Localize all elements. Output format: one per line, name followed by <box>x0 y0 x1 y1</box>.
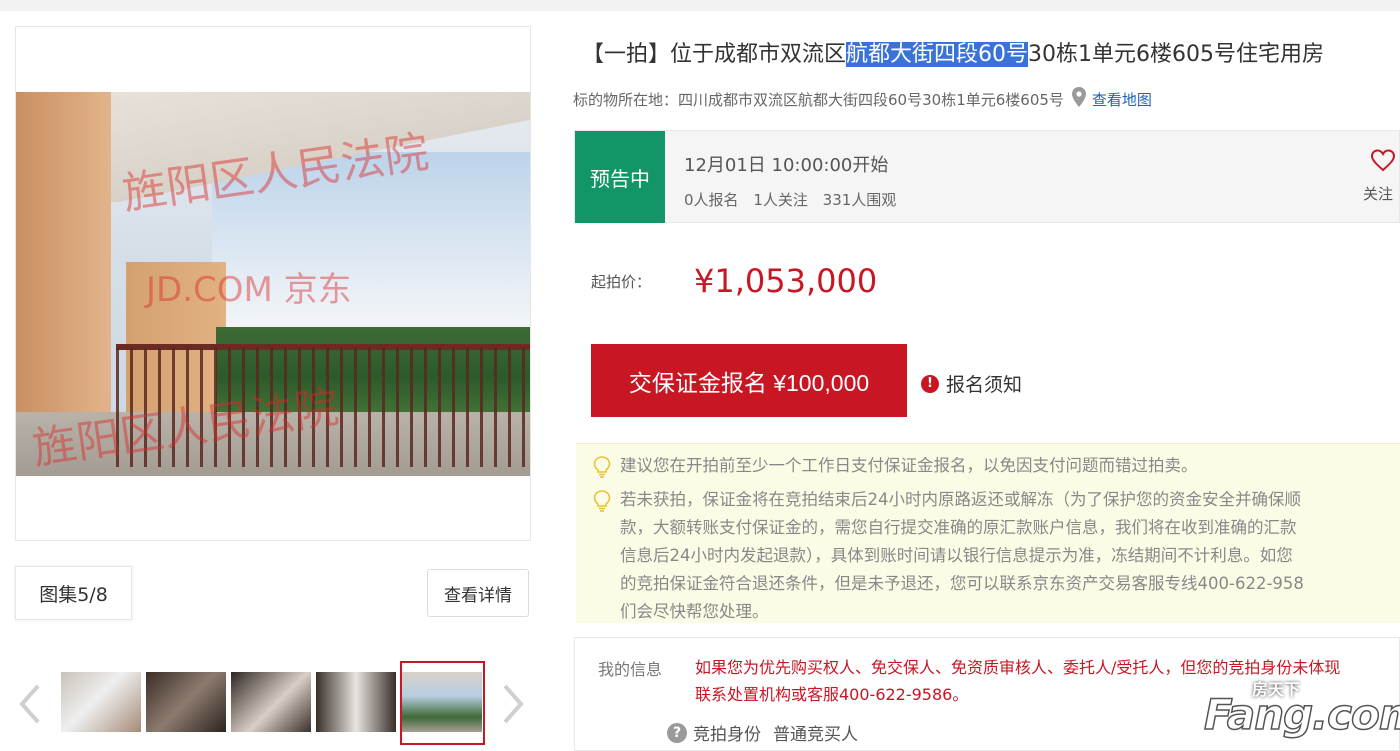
bid-identity-label: 竞拍身份 <box>693 725 761 745</box>
chevron-left-icon[interactable] <box>15 680 45 728</box>
thumbnail[interactable] <box>231 672 311 732</box>
tip-item: 若未获拍，保证金将在竞拍结束后24小时内原路返还或解冻（为了保护您的资金安全并确… <box>592 486 1392 623</box>
signup-notice-label: 报名须知 <box>946 374 1023 396</box>
tip-line: 款，大额转账支付保证金的，需您自行提交准确的原汇款账户信息，我们将在收到准确的汇… <box>620 518 1297 537</box>
title-suffix: 30栋1单元6楼605号住宅用房 <box>1028 42 1324 67</box>
view-count: 331人围观 <box>822 191 897 209</box>
jd-watermark: JD.COM 京东 <box>146 270 352 310</box>
heart-icon <box>1363 149 1400 177</box>
tip-item: 建议您在开拍前至少一个工作日支付保证金报名，以免因支付问题而错过拍卖。 <box>592 452 1392 480</box>
starting-price-label: 起拍价： <box>591 273 652 291</box>
lightbulb-icon <box>592 456 612 478</box>
logo-big-text: Fang.com <box>1203 689 1400 740</box>
bid-identity: ? 竞拍身份 普通竞买人 <box>667 720 858 745</box>
main-photo[interactable]: 旌阳区人民法院 JD.COM 京东 旌阳区人民法院 <box>15 26 531 541</box>
start-time: 12月01日 10:00:00开始 <box>684 155 889 176</box>
status-badge: 预告中 <box>575 131 665 223</box>
my-info-label: 我的信息 <box>598 660 663 679</box>
signup-count: 0人报名 <box>684 191 739 209</box>
follow-label: 关注 <box>1363 185 1394 203</box>
thumbnail[interactable] <box>316 672 396 732</box>
album-count: 图集5/8 <box>15 566 132 620</box>
bid-identity-value: 普通竞买人 <box>773 725 858 745</box>
thumbnail-selection-frame <box>400 661 485 745</box>
balcony-photo: 旌阳区人民法院 JD.COM 京东 旌阳区人民法院 <box>16 92 530 476</box>
exclamation-icon: ! <box>921 374 939 393</box>
starting-price-value: ¥1,053,000 <box>694 262 878 300</box>
tip-line: 的竞拍保证金符合退还条件，但是未予退还，您可以联系京东资产交易客服专线400-6… <box>620 574 1304 593</box>
follow-button[interactable]: 关注 <box>1363 149 1400 204</box>
tip-line: 信息后24小时内发起退款），具体到账时间请以银行信息提示为准，冻结期间不计利息。… <box>620 546 1293 565</box>
thumbnail[interactable] <box>61 672 141 732</box>
location-row: 标的物所在地： 四川成都市双流区航都大街四段60号30栋1单元6楼605号 查看… <box>573 87 1152 111</box>
location-address: 四川成都市双流区航都大街四段60号30栋1单元6楼605号 <box>678 90 1064 109</box>
tips-panel: 建议您在开拍前至少一个工作日支付保证金报名，以免因支付问题而错过拍卖。 若未获拍… <box>576 443 1400 623</box>
chevron-right-icon[interactable] <box>498 680 528 728</box>
question-icon[interactable]: ? <box>667 722 687 743</box>
title-prefix: 【一拍】位于成都市双流区 <box>582 42 847 67</box>
title-highlight: 航都大街四段60号 <box>846 42 1029 67</box>
location-label: 标的物所在地： <box>573 90 679 109</box>
tip-text: 若未获拍，保证金将在竞拍结束后24小时内原路返还或解冻（为了保护您的资金安全并确… <box>620 486 1304 623</box>
view-map-link[interactable]: 查看地图 <box>1092 89 1152 110</box>
page-title: 【一拍】位于成都市双流区航都大街四段60号30栋1单元6楼605号住宅用房 <box>582 36 1324 68</box>
follow-count: 1人关注 <box>753 191 808 209</box>
lightbulb-icon <box>592 490 612 512</box>
tip-line: 若未获拍，保证金将在竞拍结束后24小时内原路返还或解冻（为了保护您的资金安全并确… <box>620 490 1301 509</box>
thumbnail[interactable] <box>146 672 226 732</box>
tip-text: 建议您在开拍前至少一个工作日支付保证金报名，以免因支付问题而错过拍卖。 <box>620 456 1198 475</box>
map-pin-icon <box>1071 87 1086 111</box>
auction-stats: 0人报名 1人关注 331人围观 <box>684 189 906 210</box>
signup-notice-link[interactable]: ! 报名须知 <box>921 370 1022 397</box>
deposit-signup-button[interactable]: 交保证金报名 ¥100,000 <box>591 344 907 417</box>
auction-status-panel: 预告中 12月01日 10:00:00开始 0人报名 1人关注 331人围观 关… <box>574 130 1400 223</box>
view-detail-button[interactable]: 查看详情 <box>427 569 529 617</box>
tip-line: 们会尽快帮您处理。 <box>620 602 769 621</box>
fang-logo: 房天下 Fang.com <box>1196 676 1400 742</box>
top-bar <box>0 0 1400 11</box>
